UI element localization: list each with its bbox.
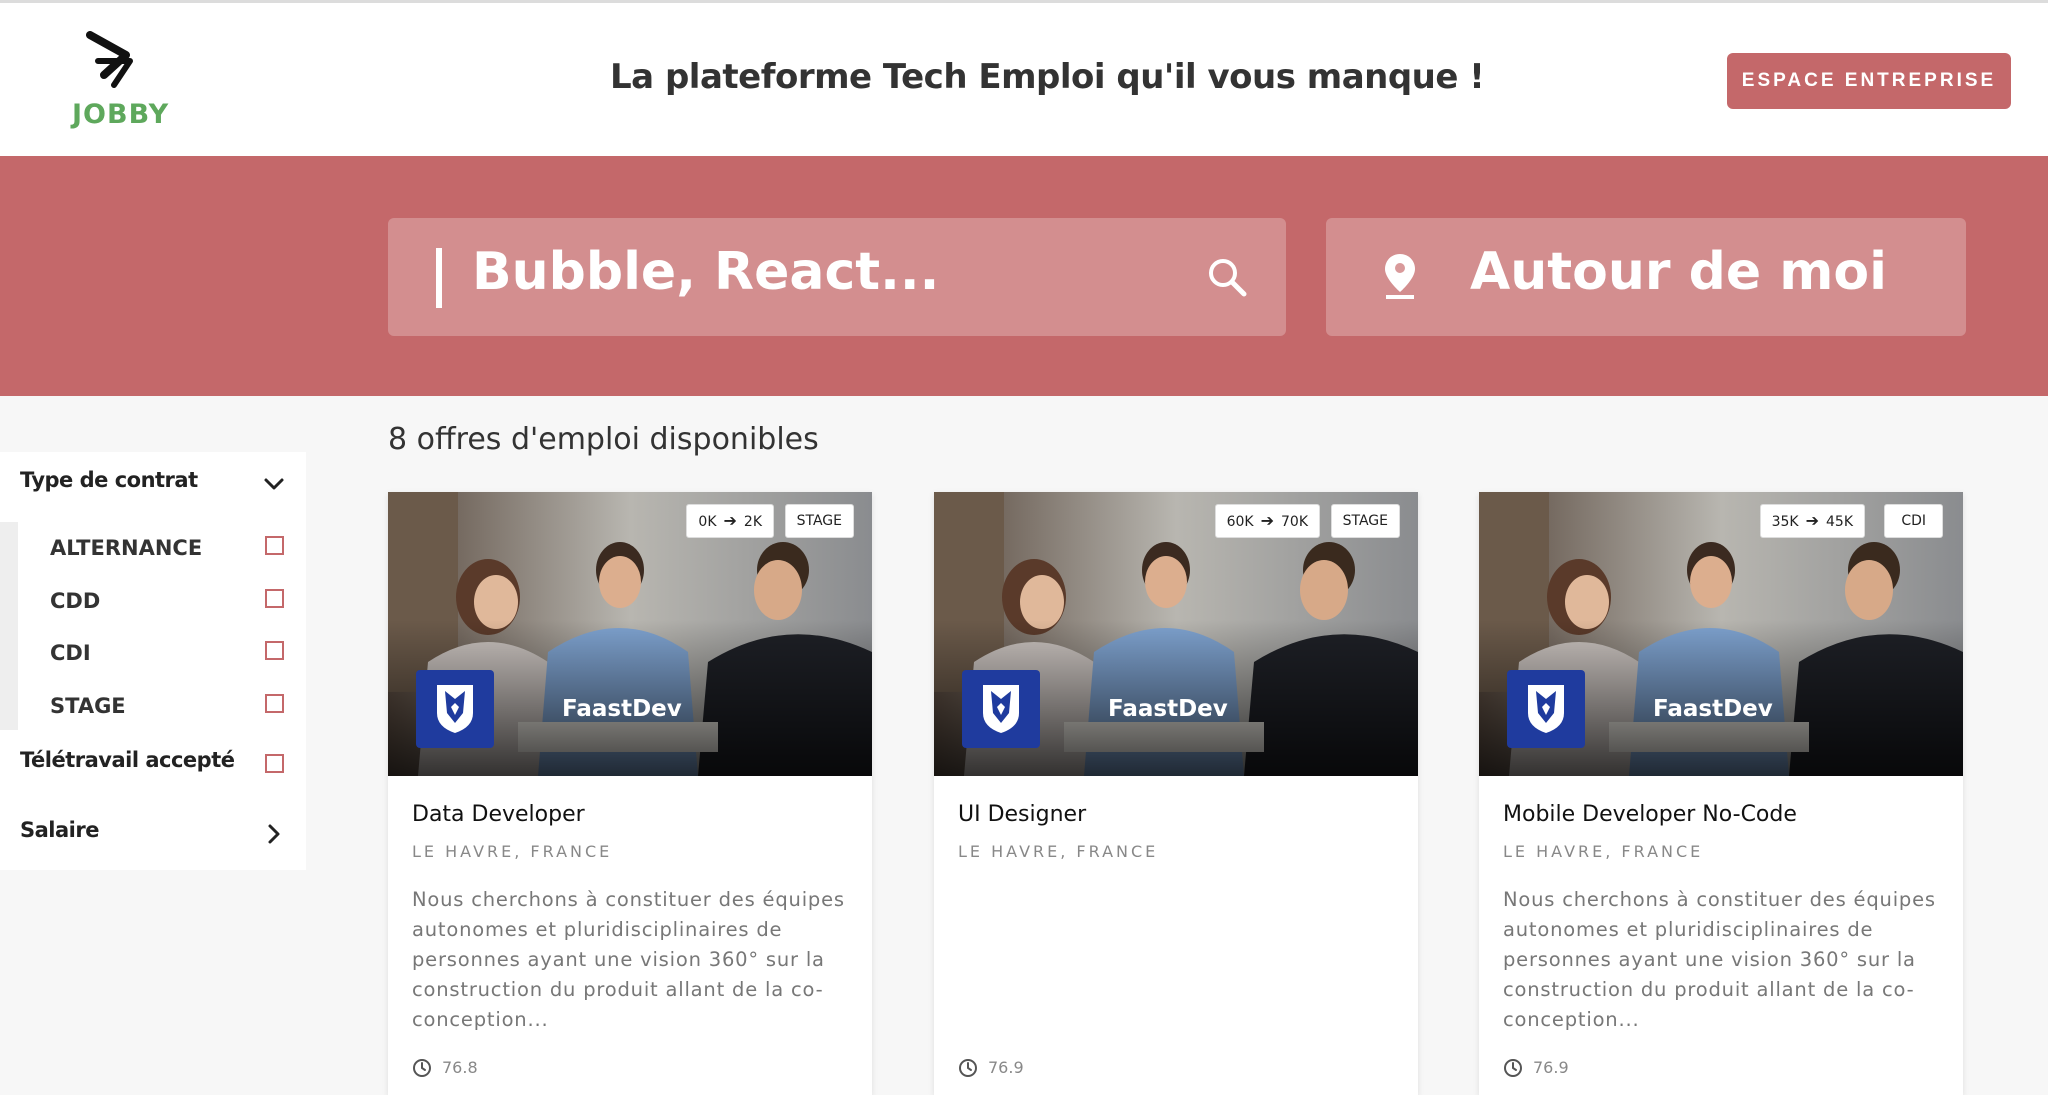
search-icon[interactable] — [1206, 256, 1248, 298]
job-meta-value: 76.9 — [988, 1058, 1024, 1077]
salary-max: 70K — [1281, 514, 1308, 530]
shield-logo-icon — [1528, 685, 1564, 733]
filter-option-label: CDI — [50, 641, 91, 665]
contract-type-badge: STAGE — [784, 504, 854, 538]
search-placeholder: Bubble, React... — [472, 242, 940, 302]
company-logo — [962, 670, 1040, 748]
filter-group-indicator — [0, 522, 18, 730]
contract-type-badge: STAGE — [1330, 504, 1400, 538]
salary-range-badge: 60K ➔ 70K — [1214, 504, 1320, 538]
text-cursor — [436, 248, 442, 308]
search-hero: Bubble, React... Autour de moi — [0, 156, 2048, 396]
job-card[interactable]: 0K ➔ 2K STAGE FaastDev Data Developer LE H… — [388, 492, 872, 1095]
company-logo — [1507, 670, 1585, 748]
logo-text: JOBBY — [72, 99, 170, 130]
job-meta-value: 76.9 — [1533, 1058, 1569, 1077]
filter-remote-label: Télétravail accepté — [20, 748, 235, 772]
filter-option-label: STAGE — [50, 694, 126, 718]
job-card[interactable]: 60K ➔ 70K STAGE FaastDev UI Designer LE HA… — [934, 492, 1418, 1095]
salary-min: 35K — [1771, 514, 1799, 530]
filter-salary-header[interactable]: Salaire — [20, 818, 99, 842]
salary-min: 60K — [1226, 514, 1254, 530]
location-pin-icon — [1385, 254, 1415, 299]
top-navigation-bar: JOBBY La plateforme Tech Emploi qu'il vo… — [0, 0, 2048, 156]
arrow-right-icon: ➔ — [723, 511, 737, 530]
salary-range-badge: 0K ➔ 2K — [686, 504, 774, 538]
filter-option-stage[interactable]: STAGE — [50, 688, 290, 728]
contract-type-badge: CDI — [1884, 504, 1943, 538]
filter-option-label: CDD — [50, 589, 101, 613]
company-name: FaastDev — [1108, 696, 1228, 722]
filter-checkbox[interactable] — [265, 536, 284, 555]
job-title[interactable]: Mobile Developer No-Code — [1503, 802, 1797, 827]
salary-min: 0K — [698, 514, 717, 530]
filter-option-cdd[interactable]: CDD — [50, 583, 290, 623]
remote-checkbox[interactable] — [265, 754, 284, 773]
shield-logo-icon — [437, 685, 473, 733]
clock-icon — [413, 1059, 431, 1077]
filter-contract-type-header[interactable]: Type de contrat — [20, 468, 198, 492]
job-meta-value: 76.8 — [442, 1058, 478, 1077]
location-input[interactable]: Autour de moi — [1326, 218, 1966, 336]
salary-range-badge: 35K ➔ 45K — [1759, 504, 1865, 538]
job-description: Nous cherchons à constituer des équipes … — [1503, 888, 1936, 1031]
job-location: LE HAVRE, FRANCE — [412, 842, 613, 861]
job-card[interactable]: 35K ➔ 45K CDI FaastDev Mobile Developer No… — [1479, 492, 1963, 1095]
chevron-down-icon[interactable] — [262, 472, 286, 496]
filter-checkbox[interactable] — [265, 589, 284, 608]
company-logo — [416, 670, 494, 748]
filter-option-alternance[interactable]: ALTERNANCE — [50, 530, 290, 570]
chevron-right-icon[interactable] — [262, 822, 286, 846]
filter-checkbox[interactable] — [265, 641, 284, 660]
espace-entreprise-button[interactable]: ESPACE ENTREPRISE — [1727, 53, 2011, 109]
job-location: LE HAVRE, FRANCE — [958, 842, 1159, 861]
jobby-logo-icon — [86, 31, 133, 88]
page-tagline: La plateforme Tech Emploi qu'il vous man… — [610, 57, 1485, 97]
filter-option-label: ALTERNANCE — [50, 536, 203, 560]
salary-max: 2K — [743, 514, 762, 530]
filter-option-cdi[interactable]: CDI — [50, 635, 290, 675]
job-title[interactable]: UI Designer — [958, 802, 1086, 827]
job-description: Nous cherchons à constituer des équipes … — [412, 888, 845, 1031]
clock-icon — [1504, 1059, 1522, 1077]
shield-logo-icon — [983, 685, 1019, 733]
location-placeholder: Autour de moi — [1470, 242, 1887, 302]
filter-checkbox[interactable] — [265, 694, 284, 713]
arrow-right-icon: ➔ — [1805, 511, 1819, 530]
job-card-image: 0K ➔ 2K STAGE FaastDev — [388, 492, 872, 776]
filters-panel: Type de contrat ALTERNANCE CDD CDI STAGE… — [0, 452, 306, 870]
arrow-right-icon: ➔ — [1260, 511, 1274, 530]
results-count: 8 offres d'emploi disponibles — [388, 422, 819, 457]
job-location: LE HAVRE, FRANCE — [1503, 842, 1704, 861]
company-name: FaastDev — [1653, 696, 1773, 722]
company-name: FaastDev — [562, 696, 682, 722]
salary-max: 45K — [1826, 514, 1853, 530]
job-card-image: 60K ➔ 70K STAGE FaastDev — [934, 492, 1418, 776]
clock-icon — [959, 1059, 977, 1077]
job-card-image: 35K ➔ 45K CDI FaastDev — [1479, 492, 1963, 776]
jobby-logo[interactable]: JOBBY — [72, 31, 170, 135]
search-input[interactable]: Bubble, React... — [388, 218, 1286, 336]
job-title[interactable]: Data Developer — [412, 802, 585, 827]
